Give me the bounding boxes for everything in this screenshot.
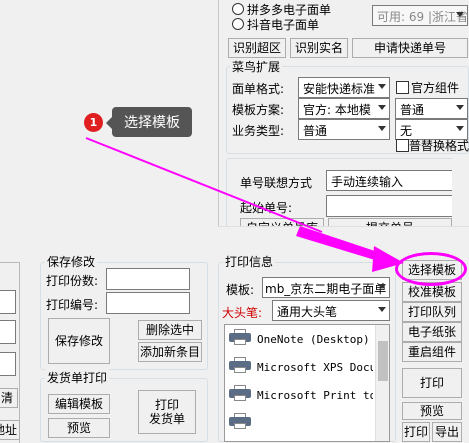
tooltip-pointer	[106, 117, 112, 129]
arrow-line-thin	[85, 137, 323, 233]
pointer-arrow	[85, 137, 404, 272]
tooltip-badge-number: 1	[89, 116, 98, 129]
tooltip-badge: 1	[84, 113, 103, 132]
arrow-head	[372, 246, 404, 272]
tooltip-text: 选择模板	[124, 115, 180, 131]
tooltip: 选择模板	[112, 107, 192, 137]
